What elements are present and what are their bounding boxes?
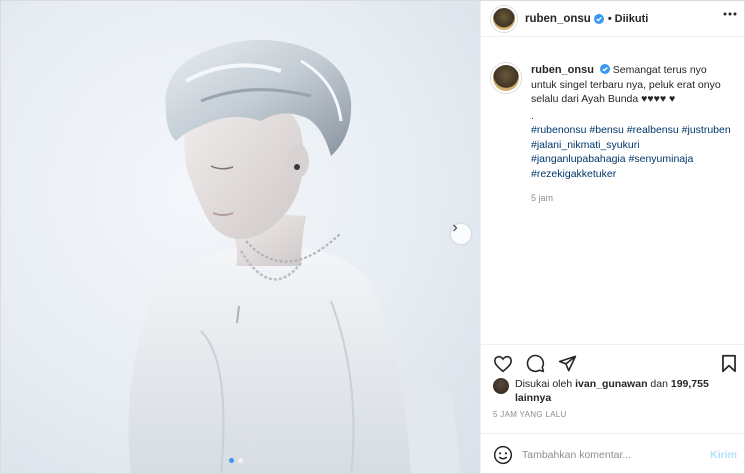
likes-text: Disukai oleh ivan_gunawan dan 199,755 la… (515, 377, 739, 405)
hashtag-link[interactable]: #jalani_nikmati_syukuri (531, 139, 640, 151)
hashtag-link[interactable]: #justruben (682, 124, 731, 136)
comment-form: Kirim (481, 433, 744, 473)
likes-prefix: Disukai oleh (515, 378, 573, 390)
hashtag-link[interactable]: #realbensu (627, 124, 679, 136)
caption-time: 5 jam (531, 193, 554, 203)
caption-dot: . (531, 109, 534, 122)
hashtag-link[interactable]: #rezekigakketuker (531, 168, 616, 180)
heart-icon[interactable] (493, 355, 513, 373)
carousel-indicator (229, 458, 243, 463)
follow-status-button[interactable]: Diikuti (615, 13, 649, 25)
caption: ruben_onsu Semangat terus nyo untuk sing… (491, 63, 737, 206)
likes-connector: dan (650, 378, 668, 390)
chevron-right-icon (453, 224, 458, 232)
caption-avatar[interactable] (491, 63, 521, 93)
post-dialog: ruben_onsu • Diikuti ruben_onsu Semangat… (0, 0, 745, 474)
caption-username[interactable]: ruben_onsu (531, 64, 594, 76)
more-icon[interactable] (723, 12, 737, 16)
hashtag-link[interactable]: #janganlupabahagia (531, 153, 626, 165)
header-username[interactable]: ruben_onsu (525, 13, 591, 25)
post-side-panel: ruben_onsu • Diikuti ruben_onsu Semangat… (480, 1, 744, 473)
post-header: ruben_onsu • Diikuti (481, 1, 744, 37)
share-icon[interactable] (558, 354, 577, 373)
caption-body: ruben_onsu Semangat terus nyo untuk sing… (531, 63, 731, 206)
verified-icon (599, 64, 610, 74)
likes-summary: Disukai oleh ivan_gunawan dan 199,755 la… (493, 377, 739, 405)
carousel-dot-active (229, 458, 234, 463)
hashtag-list: #rubenonsu #bensu #realbensu #justruben … (531, 123, 731, 181)
liked-by-username[interactable]: ivan_gunawan (575, 378, 647, 390)
carousel-dot (238, 458, 243, 463)
comment-input[interactable] (522, 448, 702, 461)
avatar[interactable] (491, 5, 517, 32)
bookmark-icon[interactable] (721, 354, 737, 373)
hashtag-link[interactable]: #rubenonsu (531, 124, 586, 136)
liker-avatar[interactable] (493, 378, 509, 394)
action-bar (481, 344, 744, 376)
post-comment-button[interactable]: Kirim (710, 449, 737, 461)
hashtag-link[interactable]: #bensu (589, 124, 623, 136)
verified-icon (593, 13, 604, 24)
portrait-illustration (128, 39, 461, 473)
carousel-next-button[interactable] (451, 224, 471, 244)
emoji-icon[interactable] (493, 445, 513, 465)
hashtag-link[interactable]: #senyuminaja (629, 153, 694, 165)
comment-icon[interactable] (526, 354, 545, 373)
post-timestamp[interactable]: 5 JAM YANG LALU (493, 410, 567, 419)
follow-separator: • (607, 12, 612, 25)
post-photo[interactable] (1, 1, 480, 473)
